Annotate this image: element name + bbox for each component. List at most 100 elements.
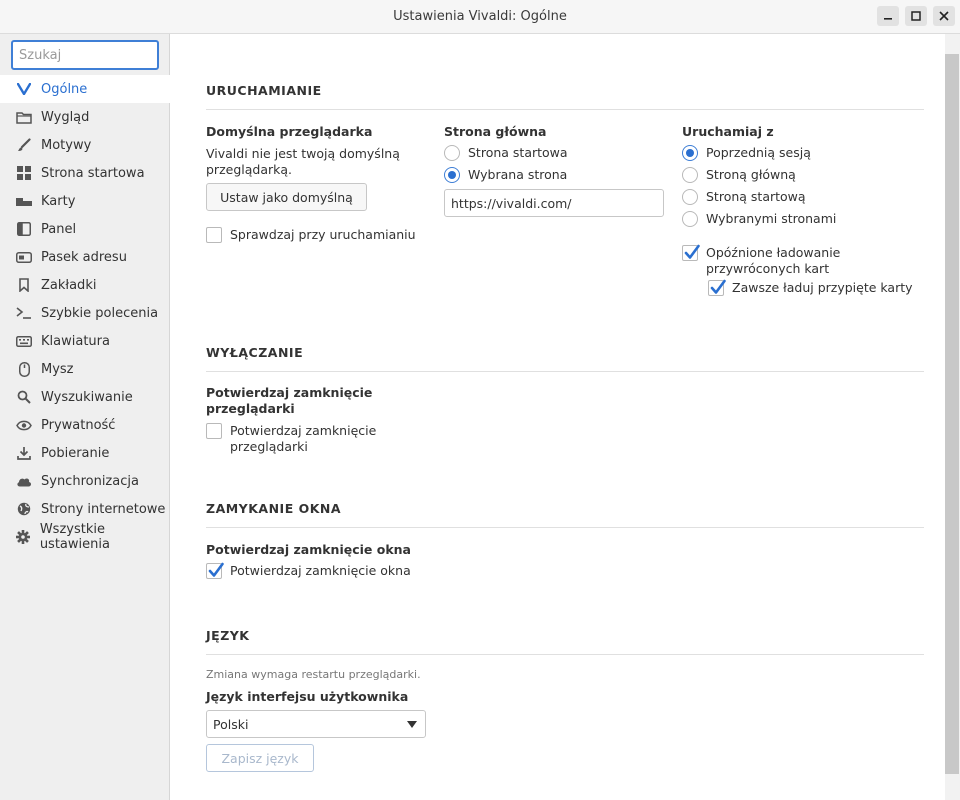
dropdown-arrow-icon <box>407 721 417 728</box>
homepage-label: Strona główna <box>444 124 547 139</box>
checkmark-icon <box>208 562 224 577</box>
content-scrollbar[interactable] <box>945 34 960 800</box>
confirm-close-window-option[interactable]: Potwierdzaj zamknięcie okna <box>206 562 411 579</box>
nav-item-label: Strony internetowe <box>41 501 166 517</box>
option-label: Stroną startową <box>706 189 806 204</box>
brush-icon <box>15 137 33 153</box>
nav-item-search[interactable]: Wyszukiwanie <box>0 383 170 411</box>
radio-button[interactable] <box>682 167 698 183</box>
load-pinned-tabs-option[interactable]: Zawsze ładuj przypięte karty <box>708 279 913 296</box>
homepage-url-input[interactable]: https://vivaldi.com/ <box>444 189 664 217</box>
option-label: Opóźnione ładowanie przywróconych kart <box>706 245 841 276</box>
set-default-button[interactable]: Ustaw jako domyślną <box>206 183 367 211</box>
language-restart-note: Zmiana wymaga restartu przeglądarki. <box>206 668 421 681</box>
settings-sidebar: Ogólne Wygląd Motywy Strona startowa Kar… <box>0 34 170 800</box>
divider <box>206 527 924 528</box>
divider <box>206 371 924 372</box>
nav-item-appearance[interactable]: Wygląd <box>0 103 170 131</box>
start-with-option-start-page[interactable]: Stroną startową <box>682 189 806 205</box>
nav-item-label: Wygląd <box>41 109 90 125</box>
nav-item-label: Prywatność <box>41 417 116 433</box>
start-with-option-homepage[interactable]: Stroną główną <box>682 167 796 183</box>
checkbox[interactable] <box>206 423 222 439</box>
start-with-option-previous-session[interactable]: Poprzednią sesją <box>682 145 811 161</box>
maximize-button[interactable] <box>905 6 927 26</box>
default-browser-label: Domyślna przeglądarka <box>206 124 373 139</box>
radio-button[interactable] <box>444 145 460 161</box>
nav-item-start-page[interactable]: Strona startowa <box>0 159 170 187</box>
nav-item-downloads[interactable]: Pobieranie <box>0 439 170 467</box>
nav-item-label: Strona startowa <box>41 165 145 181</box>
vivaldi-icon <box>15 81 33 97</box>
nav-item-keyboard[interactable]: Klawiatura <box>0 327 170 355</box>
folder-icon <box>15 109 33 125</box>
eye-icon <box>15 417 33 433</box>
nav-item-label: Ogólne <box>41 81 88 97</box>
nav-item-address-bar[interactable]: Pasek adresu <box>0 243 170 271</box>
nav-item-panel[interactable]: Panel <box>0 215 170 243</box>
cloud-icon <box>15 473 33 489</box>
radio-button[interactable] <box>682 189 698 205</box>
nav-item-mouse[interactable]: Mysz <box>0 355 170 383</box>
search-icon <box>15 389 33 405</box>
homepage-option-start-page[interactable]: Strona startowa <box>444 145 568 161</box>
nav-item-all-settings[interactable]: Wszystkie ustawienia <box>0 522 170 552</box>
option-label: Wybranymi stronami <box>706 211 837 226</box>
nav-item-themes[interactable]: Motywy <box>0 131 170 159</box>
checkmark-icon <box>710 279 726 294</box>
nav-item-label: Synchronizacja <box>41 473 139 489</box>
default-browser-description: Vivaldi nie jest twoją domyślną przegląd… <box>206 146 400 177</box>
grid-icon <box>15 165 33 181</box>
checkbox-checked[interactable] <box>206 562 224 579</box>
lazy-load-tabs-option[interactable]: Opóźnione ładowanie przywróconych kart <box>682 244 852 277</box>
minimize-button[interactable] <box>877 6 899 26</box>
radio-button-selected[interactable] <box>682 145 698 161</box>
confirm-close-window-label: Potwierdzaj zamknięcie okna <box>206 542 411 557</box>
option-label: Potwierdzaj zamknięcie przeglądarki <box>230 423 377 454</box>
homepage-option-specific-page[interactable]: Wybrana strona <box>444 167 567 183</box>
mouse-icon <box>15 361 33 377</box>
nav-item-privacy[interactable]: Prywatność <box>0 411 170 439</box>
save-language-button[interactable]: Zapisz język <box>206 744 314 772</box>
nav-item-tabs[interactable]: Karty <box>0 187 170 215</box>
nav-item-label: Pasek adresu <box>41 249 127 265</box>
option-label: Stroną główną <box>706 167 796 182</box>
nav-item-websites[interactable]: Strony internetowe <box>0 495 170 523</box>
language-select[interactable]: Polski <box>206 710 426 738</box>
nav-item-quick-commands[interactable]: Szybkie polecenia <box>0 299 170 327</box>
ui-language-label: Język interfejsu użytkownika <box>206 689 409 704</box>
checkbox-checked[interactable] <box>682 244 700 261</box>
selected-language: Polski <box>213 716 249 732</box>
close-button[interactable] <box>933 6 955 26</box>
section-heading-language: JĘZYK <box>206 628 250 643</box>
radio-button-selected[interactable] <box>444 167 460 183</box>
settings-nav: Ogólne Wygląd Motywy Strona startowa Kar… <box>0 75 170 552</box>
confirm-quit-option[interactable]: Potwierdzaj zamknięcie przeglądarki <box>206 423 396 455</box>
option-label: Sprawdzaj przy uruchamianiu <box>230 227 416 242</box>
keyboard-icon <box>15 333 33 349</box>
section-heading-window-close: ZAMYKANIE OKNA <box>206 501 342 516</box>
search-input[interactable] <box>11 40 159 70</box>
option-label: Wybrana strona <box>468 167 568 182</box>
checkbox[interactable] <box>206 227 222 243</box>
divider <box>206 109 924 110</box>
scrollbar-thumb[interactable] <box>945 54 959 774</box>
start-with-option-specific-pages[interactable]: Wybranymi stronami <box>682 211 836 227</box>
download-icon <box>15 445 33 461</box>
nav-item-label: Motywy <box>41 137 92 153</box>
checkbox-checked[interactable] <box>708 279 726 296</box>
check-on-startup-option[interactable]: Sprawdzaj przy uruchamianiu <box>206 227 416 243</box>
maximize-icon <box>911 11 921 21</box>
nav-item-sync[interactable]: Synchronizacja <box>0 467 170 495</box>
option-label: Zawsze ładuj przypięte karty <box>732 280 913 295</box>
divider <box>206 654 924 655</box>
nav-item-label: Pobieranie <box>41 445 110 461</box>
minimize-icon <box>884 18 892 20</box>
nav-item-general[interactable]: Ogólne <box>0 75 170 103</box>
title-bar: Ustawienia Vivaldi: Ogólne <box>0 0 960 34</box>
nav-item-label: Panel <box>41 221 77 237</box>
nav-item-bookmarks[interactable]: Zakładki <box>0 271 170 299</box>
radio-button[interactable] <box>682 211 698 227</box>
nav-item-label: Mysz <box>41 361 74 377</box>
gear-icon <box>15 529 32 545</box>
